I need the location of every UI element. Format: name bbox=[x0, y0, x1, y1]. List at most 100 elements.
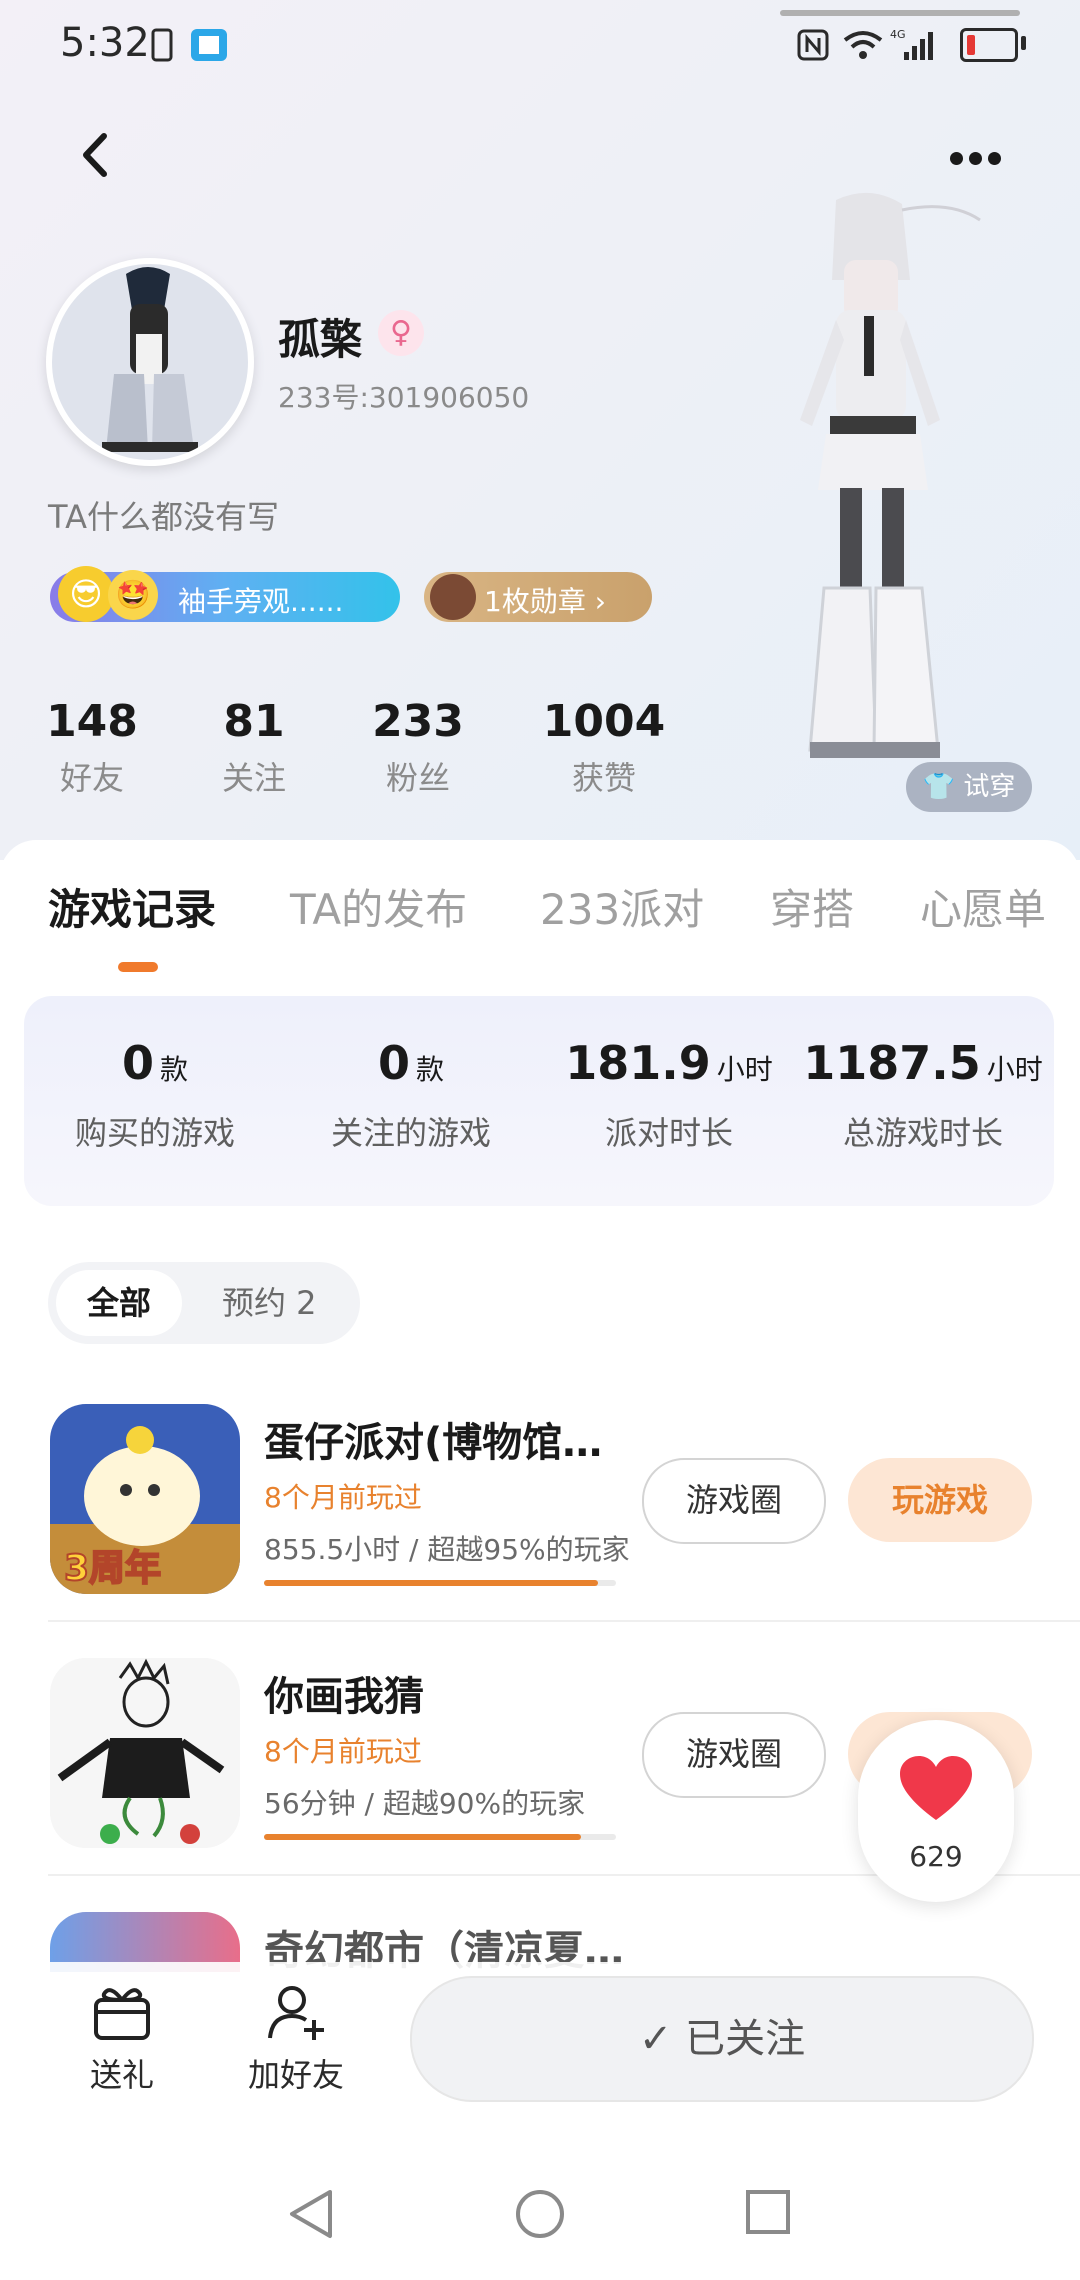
stat-following[interactable]: 81 关注 bbox=[174, 696, 334, 799]
chevron-right-icon: › bbox=[594, 585, 606, 618]
summary-followed-games[interactable]: 0款 关注的游戏 bbox=[286, 1036, 536, 1154]
tab-bar: 游戏记录 TA的发布 233派对 穿搭 心愿单 bbox=[0, 876, 1080, 956]
filter-all[interactable]: 全部 bbox=[56, 1270, 182, 1336]
battery-icon bbox=[960, 28, 1018, 62]
check-icon: ✓ bbox=[638, 2016, 673, 2062]
game-circle-button[interactable]: 游戏圈 bbox=[642, 1458, 826, 1544]
eggy-party-icon[interactable]: 3周年 bbox=[50, 1404, 240, 1594]
summary-unit: 款 bbox=[416, 1053, 445, 1086]
svg-text:4G: 4G bbox=[890, 28, 906, 41]
signature: TA什么都没有写 bbox=[48, 498, 279, 536]
avatar-3d-figure bbox=[800, 192, 981, 758]
title-badge[interactable]: 😎 🤩 袖手旁观...... bbox=[50, 566, 400, 622]
stat-likes[interactable]: 1004 获赞 bbox=[524, 696, 684, 799]
back-icon[interactable] bbox=[72, 130, 122, 180]
bottom-action-bar: 送礼 加好友 ✓ 已关注 bbox=[0, 1962, 1080, 2112]
book-app-icon bbox=[191, 29, 227, 61]
summary-unit: 小时 bbox=[986, 1053, 1043, 1086]
stat-friends[interactable]: 148 好友 bbox=[12, 696, 172, 799]
more-icon[interactable] bbox=[950, 150, 1007, 169]
medal-icon bbox=[430, 574, 476, 620]
followed-button[interactable]: ✓ 已关注 bbox=[410, 1976, 1034, 2102]
svg-text:3周年: 3周年 bbox=[64, 1548, 161, 1589]
game-progress-fill bbox=[264, 1580, 599, 1586]
stat-label: 好友 bbox=[59, 759, 124, 797]
add-friend-label: 加好友 bbox=[247, 2056, 344, 2094]
nfc-icon bbox=[797, 29, 829, 61]
summary-unit: 款 bbox=[160, 1053, 189, 1086]
stat-value: 81 bbox=[223, 696, 285, 747]
tab-indicator bbox=[118, 962, 158, 972]
nav-back-icon[interactable] bbox=[286, 2188, 336, 2240]
wifi-icon bbox=[843, 31, 883, 59]
notch-indicator bbox=[780, 10, 1020, 16]
play-game-button[interactable]: 玩游戏 bbox=[848, 1458, 1032, 1542]
add-friend-icon bbox=[268, 1986, 324, 2040]
filter-reserved[interactable]: 预约 2 bbox=[222, 1270, 317, 1336]
game-last-played: 8个月前玩过 bbox=[264, 1735, 422, 1768]
game-name: 你画我猜 bbox=[264, 1674, 424, 1720]
battery-tip bbox=[1021, 36, 1026, 50]
like-count: 629 bbox=[909, 1840, 963, 1873]
gift-icon bbox=[94, 1988, 150, 2040]
medal-count: 1枚勋章 bbox=[484, 585, 586, 618]
game-last-played: 8个月前玩过 bbox=[264, 1481, 422, 1514]
try-on-button[interactable]: 👕 试穿 bbox=[906, 762, 1032, 812]
phone-icon bbox=[151, 28, 173, 62]
system-nav-bar bbox=[0, 2140, 1080, 2280]
summary-value: 181.9 bbox=[565, 1036, 711, 1090]
status-time: 5:32 bbox=[60, 20, 150, 66]
summary-party-time: 181.9 小时 派对时长 bbox=[544, 1036, 794, 1154]
sunglasses-emoji-icon: 😎 bbox=[58, 566, 114, 622]
stat-value: 1004 bbox=[542, 696, 666, 747]
game-row[interactable]: 3周年 蛋仔派对(博物馆… 8个月前玩过 855.5小时 / 超越95%的玩家 … bbox=[0, 1404, 1080, 1654]
summary-value: 0 bbox=[377, 1036, 410, 1090]
game-progress-bar bbox=[264, 1834, 616, 1840]
profile-name: 孤檠 bbox=[278, 315, 363, 364]
summary-label: 派对时长 bbox=[604, 1114, 733, 1152]
game-circle-button[interactable]: 游戏圈 bbox=[642, 1712, 826, 1798]
game-name: 蛋仔派对(博物馆… bbox=[264, 1420, 603, 1466]
star-eyes-emoji-icon: 🤩 bbox=[108, 570, 158, 620]
stat-fans[interactable]: 233 粉丝 bbox=[338, 696, 498, 799]
game-playtime: 56分钟 / 超越90%的玩家 bbox=[264, 1787, 586, 1820]
tab-wishlist[interactable]: 心愿单 bbox=[920, 876, 1046, 937]
gift-label: 送礼 bbox=[89, 2056, 154, 2094]
summary-unit: 小时 bbox=[716, 1053, 773, 1086]
game-progress-bar bbox=[264, 1580, 616, 1586]
tab-game-records[interactable]: 游戏记录 bbox=[48, 876, 216, 937]
filter-segment: 全部 预约 2 bbox=[48, 1262, 360, 1344]
heart-icon bbox=[900, 1756, 972, 1820]
signal-icon: 4G bbox=[890, 28, 933, 60]
summary-purchased[interactable]: 0款 购买的游戏 bbox=[30, 1036, 280, 1154]
avatar[interactable] bbox=[46, 258, 254, 466]
tab-posts[interactable]: TA的发布 bbox=[290, 876, 467, 937]
stat-label: 关注 bbox=[221, 759, 286, 797]
gift-button[interactable]: 送礼 bbox=[62, 1982, 182, 2096]
row-divider bbox=[48, 1620, 1080, 1622]
summary-value: 0 bbox=[121, 1036, 154, 1090]
try-on-label: 试穿 bbox=[963, 772, 1016, 802]
shirt-icon: 👕 bbox=[922, 772, 956, 802]
tab-outfits[interactable]: 穿搭 bbox=[770, 876, 854, 937]
stat-value: 233 bbox=[372, 696, 464, 747]
add-friend-button[interactable]: 加好友 bbox=[236, 1982, 356, 2096]
draw-guess-icon[interactable] bbox=[50, 1658, 240, 1848]
summary-label: 总游戏时长 bbox=[842, 1114, 1003, 1152]
tab-233-party[interactable]: 233派对 bbox=[540, 876, 704, 937]
title-badge-text: 袖手旁观...... bbox=[178, 585, 344, 618]
summary-label: 关注的游戏 bbox=[330, 1114, 491, 1152]
summary-total-time: 1187.5 小时 总游戏时长 bbox=[798, 1036, 1048, 1154]
female-icon: ♀ bbox=[378, 310, 424, 356]
like-button[interactable]: 629 bbox=[858, 1720, 1014, 1902]
summary-value: 1187.5 bbox=[803, 1036, 981, 1090]
nav-recents-icon[interactable] bbox=[744, 2188, 792, 2236]
stat-label: 粉丝 bbox=[385, 759, 450, 797]
stat-value: 148 bbox=[46, 696, 138, 747]
nav-home-icon[interactable] bbox=[514, 2188, 566, 2240]
game-progress-fill bbox=[264, 1834, 581, 1840]
game-summary-card: 0款 购买的游戏 0款 关注的游戏 181.9 小时 派对时长 1187.5 小时 … bbox=[24, 996, 1054, 1206]
summary-label: 购买的游戏 bbox=[74, 1114, 235, 1152]
status-bar: 5:32 4G bbox=[0, 0, 1080, 90]
medal-badge[interactable]: 1枚勋章 › bbox=[424, 572, 652, 622]
